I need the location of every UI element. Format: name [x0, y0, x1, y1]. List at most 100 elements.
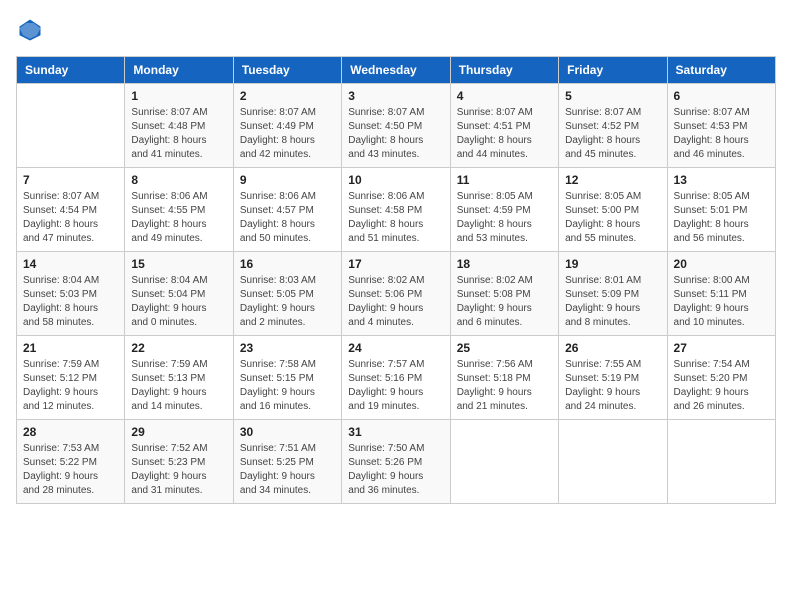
day-number: 2: [240, 89, 335, 103]
calendar-cell: 13 Sunrise: 8:05 AMSunset: 5:01 PMDayligh…: [667, 168, 775, 252]
logo-icon: [16, 16, 44, 44]
day-number: 9: [240, 173, 335, 187]
calendar-cell: 12 Sunrise: 8:05 AMSunset: 5:00 PMDayligh…: [559, 168, 667, 252]
calendar-cell: 15 Sunrise: 8:04 AMSunset: 5:04 PMDayligh…: [125, 252, 233, 336]
day-number: 14: [23, 257, 118, 271]
calendar-cell: 17 Sunrise: 8:02 AMSunset: 5:06 PMDayligh…: [342, 252, 450, 336]
calendar-cell: 8Sunrise: 8:06 AMSunset: 4:55 PMDaylight…: [125, 168, 233, 252]
calendar-week-row: 14 Sunrise: 8:04 AMSunset: 5:03 PMDayligh…: [17, 252, 776, 336]
logo: [16, 16, 48, 44]
calendar-week-row: 28 Sunrise: 7:53 AMSunset: 5:22 PMDayligh…: [17, 420, 776, 504]
calendar-cell: 30 Sunrise: 7:51 AMSunset: 5:25 PMDayligh…: [233, 420, 341, 504]
day-info: Sunrise: 8:06 AMSunset: 4:58 PMDaylight:…: [348, 190, 443, 246]
calendar-header-row: SundayMondayTuesdayWednesdayThursdayFrid…: [17, 57, 776, 84]
day-info: Sunrise: 8:07 AMSunset: 4:52 PMDaylight:…: [565, 106, 660, 162]
day-number: 25: [457, 341, 552, 355]
day-number: 22: [131, 341, 226, 355]
day-info: Sunrise: 7:54 AMSunset: 5:20 PMDaylight:…: [674, 358, 769, 414]
calendar-cell: 16 Sunrise: 8:03 AMSunset: 5:05 PMDayligh…: [233, 252, 341, 336]
day-info: Sunrise: 8:06 AMSunset: 4:55 PMDaylight:…: [131, 190, 226, 246]
day-info: Sunrise: 7:57 AMSunset: 5:16 PMDaylight:…: [348, 358, 443, 414]
calendar-cell: 24 Sunrise: 7:57 AMSunset: 5:16 PMDayligh…: [342, 336, 450, 420]
calendar-cell: 10 Sunrise: 8:06 AMSunset: 4:58 PMDayligh…: [342, 168, 450, 252]
day-info: Sunrise: 8:07 AMSunset: 4:54 PMDaylight:…: [23, 190, 118, 246]
day-info: Sunrise: 8:07 AMSunset: 4:50 PMDaylight:…: [348, 106, 443, 162]
day-number: 13: [674, 173, 769, 187]
day-info: Sunrise: 7:55 AMSunset: 5:19 PMDaylight:…: [565, 358, 660, 414]
day-number: 17: [348, 257, 443, 271]
calendar-cell: 20 Sunrise: 8:00 AMSunset: 5:11 PMDayligh…: [667, 252, 775, 336]
calendar-cell: 14 Sunrise: 8:04 AMSunset: 5:03 PMDayligh…: [17, 252, 125, 336]
day-info: Sunrise: 8:02 AMSunset: 5:06 PMDaylight:…: [348, 274, 443, 330]
day-number: 1: [131, 89, 226, 103]
day-info: Sunrise: 8:05 AMSunset: 5:00 PMDaylight:…: [565, 190, 660, 246]
calendar-cell: 27 Sunrise: 7:54 AMSunset: 5:20 PMDayligh…: [667, 336, 775, 420]
calendar-cell: [667, 420, 775, 504]
calendar-cell: 23 Sunrise: 7:58 AMSunset: 5:15 PMDayligh…: [233, 336, 341, 420]
day-number: 15: [131, 257, 226, 271]
column-header-sunday: Sunday: [17, 57, 125, 84]
day-number: 26: [565, 341, 660, 355]
day-info: Sunrise: 8:07 AMSunset: 4:49 PMDaylight:…: [240, 106, 335, 162]
day-info: Sunrise: 8:07 AMSunset: 4:51 PMDaylight:…: [457, 106, 552, 162]
calendar-cell: [450, 420, 558, 504]
day-info: Sunrise: 8:05 AMSunset: 4:59 PMDaylight:…: [457, 190, 552, 246]
day-info: Sunrise: 8:03 AMSunset: 5:05 PMDaylight:…: [240, 274, 335, 330]
day-number: 21: [23, 341, 118, 355]
day-info: Sunrise: 7:59 AMSunset: 5:12 PMDaylight:…: [23, 358, 118, 414]
calendar-cell: 28 Sunrise: 7:53 AMSunset: 5:22 PMDayligh…: [17, 420, 125, 504]
day-info: Sunrise: 8:00 AMSunset: 5:11 PMDaylight:…: [674, 274, 769, 330]
day-info: Sunrise: 8:04 AMSunset: 5:04 PMDaylight:…: [131, 274, 226, 330]
calendar-cell: 2 Sunrise: 8:07 AMSunset: 4:49 PMDaylight…: [233, 84, 341, 168]
calendar-cell: 31Sunrise: 7:50 AMSunset: 5:26 PMDayligh…: [342, 420, 450, 504]
calendar-cell: 18Sunrise: 8:02 AMSunset: 5:08 PMDayligh…: [450, 252, 558, 336]
column-header-wednesday: Wednesday: [342, 57, 450, 84]
day-number: 30: [240, 425, 335, 439]
page-header: [16, 16, 776, 44]
day-number: 23: [240, 341, 335, 355]
day-info: Sunrise: 7:53 AMSunset: 5:22 PMDaylight:…: [23, 442, 118, 498]
day-info: Sunrise: 8:06 AMSunset: 4:57 PMDaylight:…: [240, 190, 335, 246]
calendar-cell: 3 Sunrise: 8:07 AMSunset: 4:50 PMDaylight…: [342, 84, 450, 168]
day-number: 3: [348, 89, 443, 103]
day-info: Sunrise: 7:50 AMSunset: 5:26 PMDaylight:…: [348, 442, 443, 498]
calendar-table: SundayMondayTuesdayWednesdayThursdayFrid…: [16, 56, 776, 504]
day-number: 16: [240, 257, 335, 271]
calendar-cell: 5 Sunrise: 8:07 AMSunset: 4:52 PMDaylight…: [559, 84, 667, 168]
column-header-tuesday: Tuesday: [233, 57, 341, 84]
calendar-cell: [17, 84, 125, 168]
calendar-cell: 4Sunrise: 8:07 AMSunset: 4:51 PMDaylight…: [450, 84, 558, 168]
day-info: Sunrise: 8:07 AMSunset: 4:48 PMDaylight:…: [131, 106, 226, 162]
calendar-cell: 1 Sunrise: 8:07 AMSunset: 4:48 PMDaylight…: [125, 84, 233, 168]
day-number: 19: [565, 257, 660, 271]
day-number: 5: [565, 89, 660, 103]
calendar-cell: 11Sunrise: 8:05 AMSunset: 4:59 PMDayligh…: [450, 168, 558, 252]
day-info: Sunrise: 7:52 AMSunset: 5:23 PMDaylight:…: [131, 442, 226, 498]
day-number: 6: [674, 89, 769, 103]
column-header-friday: Friday: [559, 57, 667, 84]
day-info: Sunrise: 7:56 AMSunset: 5:18 PMDaylight:…: [457, 358, 552, 414]
day-number: 20: [674, 257, 769, 271]
day-info: Sunrise: 8:04 AMSunset: 5:03 PMDaylight:…: [23, 274, 118, 330]
day-number: 27: [674, 341, 769, 355]
day-number: 24: [348, 341, 443, 355]
calendar-cell: 7 Sunrise: 8:07 AMSunset: 4:54 PMDaylight…: [17, 168, 125, 252]
calendar-cell: 25 Sunrise: 7:56 AMSunset: 5:18 PMDayligh…: [450, 336, 558, 420]
day-number: 12: [565, 173, 660, 187]
day-info: Sunrise: 7:51 AMSunset: 5:25 PMDaylight:…: [240, 442, 335, 498]
calendar-cell: 22 Sunrise: 7:59 AMSunset: 5:13 PMDayligh…: [125, 336, 233, 420]
day-number: 7: [23, 173, 118, 187]
calendar-cell: 21 Sunrise: 7:59 AMSunset: 5:12 PMDayligh…: [17, 336, 125, 420]
day-number: 10: [348, 173, 443, 187]
day-info: Sunrise: 7:58 AMSunset: 5:15 PMDaylight:…: [240, 358, 335, 414]
day-info: Sunrise: 7:59 AMSunset: 5:13 PMDaylight:…: [131, 358, 226, 414]
calendar-week-row: 21 Sunrise: 7:59 AMSunset: 5:12 PMDayligh…: [17, 336, 776, 420]
calendar-cell: 26 Sunrise: 7:55 AMSunset: 5:19 PMDayligh…: [559, 336, 667, 420]
calendar-cell: 29Sunrise: 7:52 AMSunset: 5:23 PMDayligh…: [125, 420, 233, 504]
day-number: 28: [23, 425, 118, 439]
day-info: Sunrise: 8:02 AMSunset: 5:08 PMDaylight:…: [457, 274, 552, 330]
calendar-week-row: 7 Sunrise: 8:07 AMSunset: 4:54 PMDaylight…: [17, 168, 776, 252]
column-header-monday: Monday: [125, 57, 233, 84]
day-info: Sunrise: 8:05 AMSunset: 5:01 PMDaylight:…: [674, 190, 769, 246]
calendar-cell: 6Sunrise: 8:07 AMSunset: 4:53 PMDaylight…: [667, 84, 775, 168]
